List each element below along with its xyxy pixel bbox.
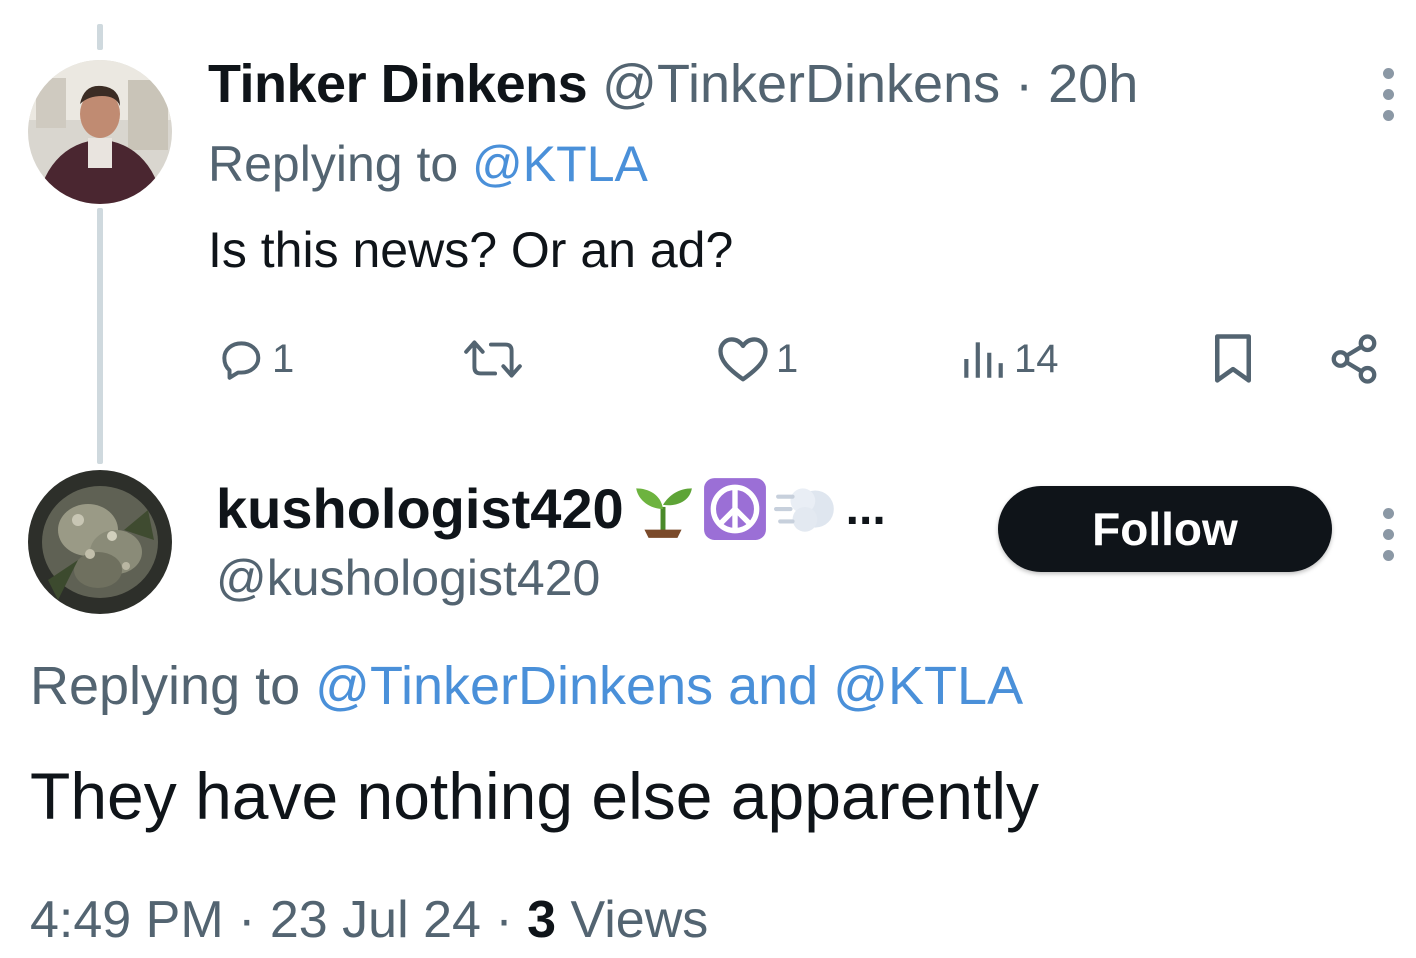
follow-button[interactable]: Follow <box>998 486 1332 572</box>
tweet1-header: Tinker Dinkens @TinkerDinkens · 20h <box>208 52 1138 116</box>
bookmark-icon <box>1215 334 1251 383</box>
tweet2-time[interactable]: 4:49 PM <box>30 891 224 949</box>
tweet2-date[interactable]: 23 Jul 24 <box>270 891 481 949</box>
thread-connector <box>97 208 103 464</box>
heart-icon <box>718 337 768 382</box>
seedling-emoji <box>630 478 696 540</box>
avatar-kushologist420[interactable] <box>28 470 172 614</box>
tweet1-display-name[interactable]: Tinker Dinkens <box>208 54 588 114</box>
tweet2-text: They have nothing else apparently <box>30 759 1040 833</box>
share-icon <box>1331 334 1377 384</box>
tweet2-views-label[interactable]: Views <box>556 891 709 949</box>
reply-button[interactable]: 1 <box>216 334 294 384</box>
retweet-button[interactable] <box>462 334 530 384</box>
dashing-away-emoji <box>773 478 840 540</box>
tweet2-more-icon[interactable] <box>1383 508 1395 571</box>
tweet1-handle[interactable]: @TinkerDinkens <box>602 54 1000 114</box>
views-icon <box>964 342 1003 378</box>
tweet2-replying-user1-link[interactable]: @TinkerDinkens <box>315 656 713 716</box>
tweet2-replying-user2-link[interactable]: @KTLA <box>833 656 1023 716</box>
tweet2-replying-and: and <box>713 656 834 716</box>
tweet1-replying-prefix: Replying to <box>208 136 473 192</box>
like-button[interactable]: 1 <box>716 334 798 384</box>
tweet1-more-icon[interactable] <box>1383 68 1395 131</box>
tweet2-name-row: kushologist420 ... <box>216 476 886 542</box>
tweet1-replying-line: Replying to @KTLA <box>208 134 648 194</box>
tweet2-display-name[interactable]: kushologist420 <box>216 476 624 542</box>
meta-separator-1: · <box>223 891 270 949</box>
bookmark-button[interactable] <box>1208 332 1258 386</box>
tweet1-time[interactable]: 20h <box>1048 54 1138 114</box>
tweet1-text: Is this news? Or an ad? <box>208 222 734 278</box>
tweet2-meta: 4:49 PM · 23 Jul 24 · 3 Views <box>30 890 708 950</box>
tweet2-views-count: 3 <box>527 891 557 949</box>
tweet2-handle[interactable]: @kushologist420 <box>216 548 600 608</box>
like-count: 1 <box>776 336 799 381</box>
retweet-icon <box>464 340 522 378</box>
name-ellipsis: ... <box>845 482 886 535</box>
avatar-tinker-dinkens[interactable] <box>28 60 172 204</box>
meta-separator-2: · <box>480 891 528 949</box>
tweet1-separator: · <box>1015 54 1034 114</box>
share-button[interactable] <box>1326 332 1382 386</box>
views-button[interactable]: 14 <box>958 334 1059 384</box>
reply-icon <box>222 341 261 380</box>
thread-connector-top <box>97 24 103 50</box>
views-count: 14 <box>1014 336 1059 381</box>
tweet2-replying-prefix: Replying to <box>30 656 316 716</box>
reply-count: 1 <box>272 336 295 381</box>
tweet2-replying-line: Replying to @TinkerDinkens and @KTLA <box>30 654 1023 718</box>
tweet1-replying-to-link[interactable]: @KTLA <box>472 136 648 192</box>
peace-symbol-emoji <box>702 478 768 540</box>
